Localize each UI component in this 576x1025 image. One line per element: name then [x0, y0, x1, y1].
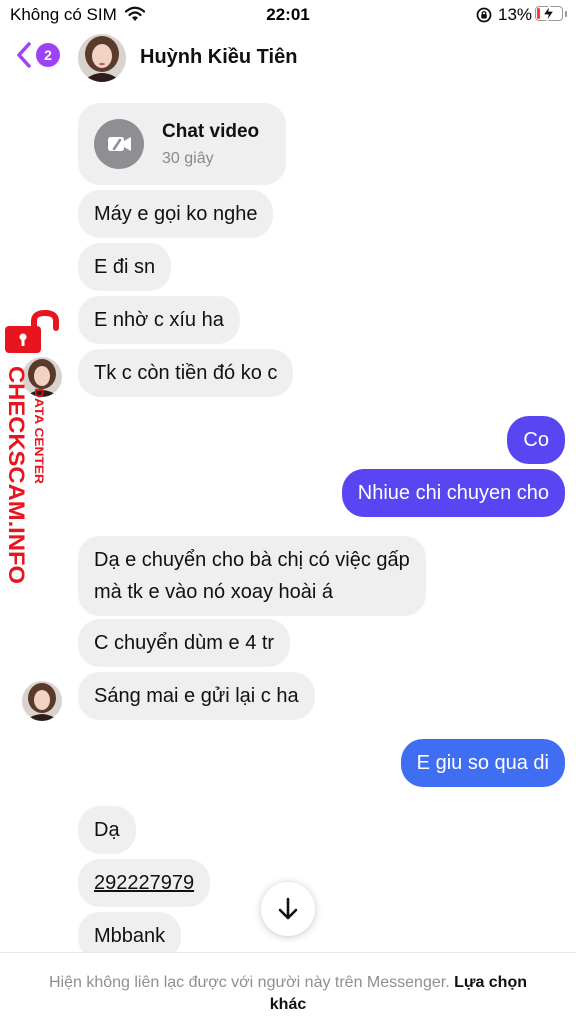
watermark-sub-text: DATA CENTER	[32, 388, 46, 484]
banner-text: Hiện không liên lạc được với người này t…	[30, 972, 546, 1016]
call-title: Chat video	[162, 121, 260, 142]
back-button[interactable]: 2	[14, 40, 60, 70]
lock-icon	[5, 310, 59, 353]
unread-count-badge: 2	[36, 43, 60, 67]
status-bar: Không có SIM 22:01 13%	[0, 0, 576, 30]
unavailable-notice: Hiện không liên lạc được với người này t…	[48, 974, 455, 991]
contact-name[interactable]: Huỳnh Kiều Tiên	[140, 46, 297, 69]
message-bubble-link[interactable]: 292227979	[78, 859, 211, 907]
arrow-down-icon	[278, 897, 298, 920]
video-call-missed-icon	[94, 119, 144, 169]
message-bubble[interactable]: E nhờ c xíu ha	[78, 296, 240, 344]
contact-avatar[interactable]	[78, 34, 126, 82]
battery-percentage: 13%	[498, 5, 533, 24]
message-bubble-outgoing[interactable]: E giu so qua di	[400, 739, 565, 787]
message-bubble[interactable]: E đi sn	[78, 243, 172, 291]
watermark-subtext: DATA CENTER	[32, 388, 46, 484]
message-bubble[interactable]: Dạ	[78, 806, 136, 854]
message-bubble-outgoing[interactable]: Nhiue chi chuyen cho	[341, 469, 565, 517]
message-bubble[interactable]: C chuyển dùm e 4 tr	[78, 619, 291, 667]
message-bubble-multiline[interactable]: Dạ e chuyển cho bà chị có việc gấp mà tk…	[78, 536, 426, 616]
battery-cap	[565, 11, 567, 17]
watermark-main-text: CHECKSCAM.INFO	[4, 366, 29, 584]
call-duration: 30 giây	[162, 150, 214, 167]
chevron-left-icon	[17, 42, 31, 68]
messenger-unavailable-banner: Hiện không liên lạc được với người này t…	[0, 952, 576, 1025]
watermark-text: CHECKSCAM.INFO	[4, 366, 29, 584]
video-call-message[interactable]: Chat video 30 giây	[78, 103, 286, 185]
message-bubble[interactable]: Máy e gọi ko nghe	[78, 190, 274, 238]
message-bubble[interactable]: Sáng mai e gửi lại c ha	[78, 672, 315, 720]
charging-bolt-icon	[541, 4, 556, 23]
rotation-lock-icon	[476, 7, 492, 23]
scroll-to-bottom-button[interactable]	[261, 882, 315, 936]
contact-avatar-small[interactable]	[22, 681, 62, 721]
message-line: Dạ e chuyển cho bà chị có việc gấp	[94, 549, 410, 571]
message-bubble[interactable]: Tk c còn tiền đó ko c	[78, 349, 294, 397]
message-line: mà tk e vào nó xoay hoài á	[94, 581, 334, 603]
message-bubble-outgoing[interactable]: Co	[507, 416, 565, 464]
